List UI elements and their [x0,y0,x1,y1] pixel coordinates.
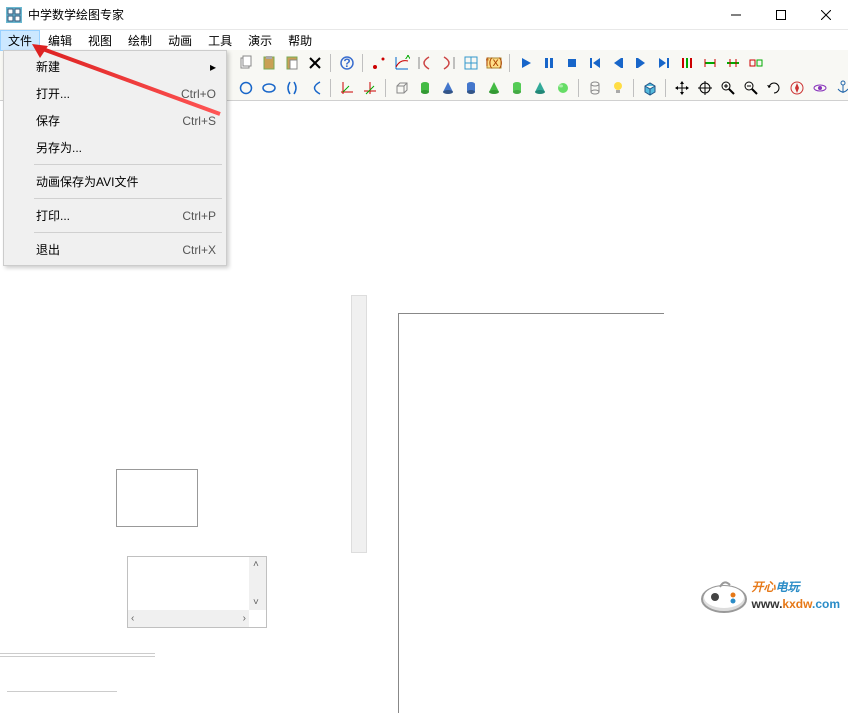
first-icon[interactable] [584,52,605,73]
move-icon[interactable] [671,77,692,98]
loop-icon[interactable] [676,52,697,73]
stretch-h-icon[interactable] [699,52,720,73]
zoom-out-icon[interactable] [740,77,761,98]
menu-new[interactable]: 新建▸ [6,53,224,80]
function-icon[interactable]: f(x) [483,52,504,73]
menu-saveas[interactable]: 另存为... [6,134,224,161]
panel-vscroll[interactable]: ˄ ˅ [249,557,266,610]
repeat-icon[interactable] [745,52,766,73]
menu-tools[interactable]: 工具 [200,30,240,51]
clipboard-icon[interactable] [281,52,302,73]
separator [330,79,331,97]
status-divider [0,653,155,657]
separator [34,232,222,233]
ellipse-icon[interactable] [258,77,279,98]
pause-icon[interactable] [538,52,559,73]
anchor-icon[interactable] [832,77,848,98]
menu-animation[interactable]: 动画 [160,30,200,51]
zoom-in-icon[interactable] [717,77,738,98]
compass-icon[interactable] [786,77,807,98]
menu-file[interactable]: 文件 [0,30,40,51]
small-panel[interactable] [116,469,198,527]
separator [34,164,222,165]
paste-icon[interactable] [258,52,279,73]
play-icon[interactable] [515,52,536,73]
menu-exit[interactable]: 退出Ctrl+X [6,236,224,263]
svg-text:?: ? [343,56,350,70]
drawing-rectangle[interactable] [398,313,664,713]
menu-view[interactable]: 视图 [80,30,120,51]
scroll-down-icon[interactable]: ˅ [253,597,259,608]
stop-icon[interactable] [561,52,582,73]
hyperbola-icon[interactable] [281,77,302,98]
menu-print[interactable]: 打印...Ctrl+P [6,202,224,229]
cylinder-blue-icon[interactable] [460,77,481,98]
separator [665,79,666,97]
maximize-button[interactable] [758,0,803,30]
prev-icon[interactable] [607,52,628,73]
menu-edit[interactable]: 编辑 [40,30,80,51]
sphere-icon[interactable] [552,77,573,98]
separator [578,79,579,97]
cuboid-icon[interactable] [391,77,412,98]
text-panel[interactable]: ˄ ˅ ‹ › [127,556,267,628]
copy-icon[interactable] [235,52,256,73]
next-icon[interactable] [630,52,651,73]
point-tool-icon[interactable] [368,52,389,73]
svg-text:xy: xy [405,55,410,62]
watermark-logo: 开心电玩 www.kxdw.com [700,571,840,613]
close-button[interactable] [803,0,848,30]
cone-blue-icon[interactable] [437,77,458,98]
svg-text:f(x): f(x) [486,55,502,69]
cylinder-green-icon[interactable] [414,77,435,98]
circle-icon[interactable] [235,77,256,98]
logo-url: www.kxdw.com [752,597,840,611]
submenu-arrow-icon: ▸ [210,60,216,74]
cube-icon[interactable] [639,77,660,98]
file-dropdown: 新建▸ 打开...Ctrl+O 保存Ctrl+S 另存为... 动画保存为AVI… [3,50,227,266]
menu-draw[interactable]: 绘制 [120,30,160,51]
app-title: 中学数学绘图专家 [28,6,713,23]
cone-green-icon[interactable] [483,77,504,98]
rotate-icon[interactable] [763,77,784,98]
logo-chinese: 开心电玩 [752,574,840,597]
gamepad-icon [700,571,748,613]
separator [330,54,331,72]
menu-help[interactable]: 帮助 [280,30,320,51]
titlebar: 中学数学绘图专家 [0,0,848,30]
menu-save-avi[interactable]: 动画保存为AVI文件 [6,168,224,195]
last-icon[interactable] [653,52,674,73]
axes-3d-icon[interactable] [359,77,380,98]
separator [34,198,222,199]
orbit-icon[interactable] [809,77,830,98]
status-divider-2 [7,691,117,695]
menubar: 文件 编辑 视图 绘制 动画 工具 演示 帮助 [0,30,848,50]
curve-right-icon[interactable] [437,52,458,73]
menu-save[interactable]: 保存Ctrl+S [6,107,224,134]
parabola-icon[interactable] [304,77,325,98]
app-icon [6,7,22,23]
target-icon[interactable] [694,77,715,98]
axes-icon[interactable] [336,77,357,98]
stretch-h2-icon[interactable] [722,52,743,73]
pyramid-teal-icon[interactable] [529,77,550,98]
separator [362,54,363,72]
separator [385,79,386,97]
wireframe-icon[interactable] [584,77,605,98]
menu-open[interactable]: 打开...Ctrl+O [6,80,224,107]
delete-icon[interactable] [304,52,325,73]
curve-left-icon[interactable] [414,52,435,73]
menu-demo[interactable]: 演示 [240,30,280,51]
vertical-scrollbar[interactable] [351,295,367,553]
prism-green-icon[interactable] [506,77,527,98]
graph-tool-icon[interactable]: xy [391,52,412,73]
separator [509,54,510,72]
grid-icon[interactable] [460,52,481,73]
separator [633,79,634,97]
minimize-button[interactable] [713,0,758,30]
window-controls [713,0,848,29]
lightbulb-icon[interactable] [607,77,628,98]
scroll-up-icon[interactable]: ˄ [253,559,259,570]
help-icon[interactable]: ? [336,52,357,73]
